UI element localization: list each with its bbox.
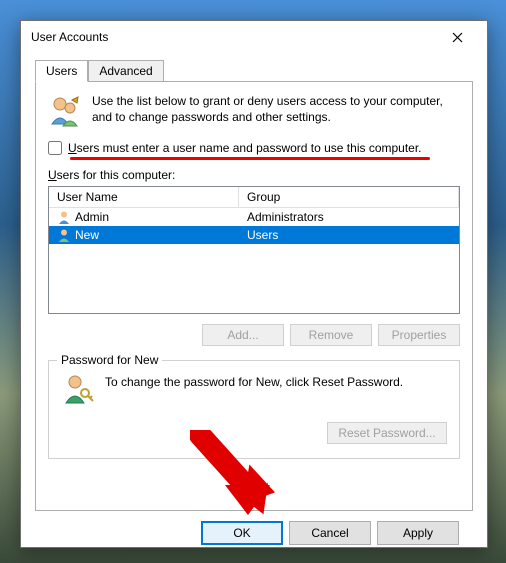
titlebar[interactable]: User Accounts <box>21 21 487 53</box>
user-name-cell: Admin <box>75 210 109 224</box>
ok-button[interactable]: OK <box>201 521 283 545</box>
list-item[interactable]: New Users <box>49 226 459 244</box>
users-list-label: Users for this computer: <box>48 168 460 182</box>
user-name-cell: New <box>75 228 99 242</box>
remove-button[interactable]: Remove <box>290 324 372 346</box>
must-enter-password-label: Users must enter a user name and passwor… <box>68 141 422 155</box>
user-group-cell: Users <box>239 227 459 243</box>
cancel-button[interactable]: Cancel <box>289 521 371 545</box>
add-button[interactable]: Add... <box>202 324 284 346</box>
user-icon <box>57 228 71 242</box>
properties-button[interactable]: Properties <box>378 324 460 346</box>
user-group-cell: Administrators <box>239 209 459 225</box>
annotation-underline <box>70 157 430 160</box>
users-icon <box>48 94 82 131</box>
list-item[interactable]: Admin Administrators <box>49 208 459 226</box>
tab-advanced[interactable]: Advanced <box>88 60 163 82</box>
close-button[interactable] <box>437 23 477 51</box>
password-groupbox: Password for New To change the password … <box>48 360 460 459</box>
user-accounts-window: User Accounts Users Advanced <box>20 20 488 548</box>
tab-strip: Users Advanced <box>35 60 473 82</box>
tab-page-users: Use the list below to grant or deny user… <box>35 81 473 511</box>
listview-header: User Name Group <box>49 187 459 208</box>
column-header-name[interactable]: User Name <box>49 187 239 207</box>
key-user-icon <box>61 371 95 408</box>
reset-password-button[interactable]: Reset Password... <box>327 422 447 444</box>
column-header-group[interactable]: Group <box>239 187 459 207</box>
password-groupbox-legend: Password for New <box>57 353 162 367</box>
user-icon <box>57 210 71 224</box>
users-listview[interactable]: User Name Group Admin Administrators New <box>48 186 460 314</box>
apply-button[interactable]: Apply <box>377 521 459 545</box>
must-enter-password-checkbox[interactable] <box>48 141 62 155</box>
window-title: User Accounts <box>31 30 108 44</box>
intro-text: Use the list below to grant or deny user… <box>92 94 460 131</box>
password-text: To change the password for New, click Re… <box>105 371 403 389</box>
close-icon <box>452 32 463 43</box>
tab-users[interactable]: Users <box>35 60 88 82</box>
